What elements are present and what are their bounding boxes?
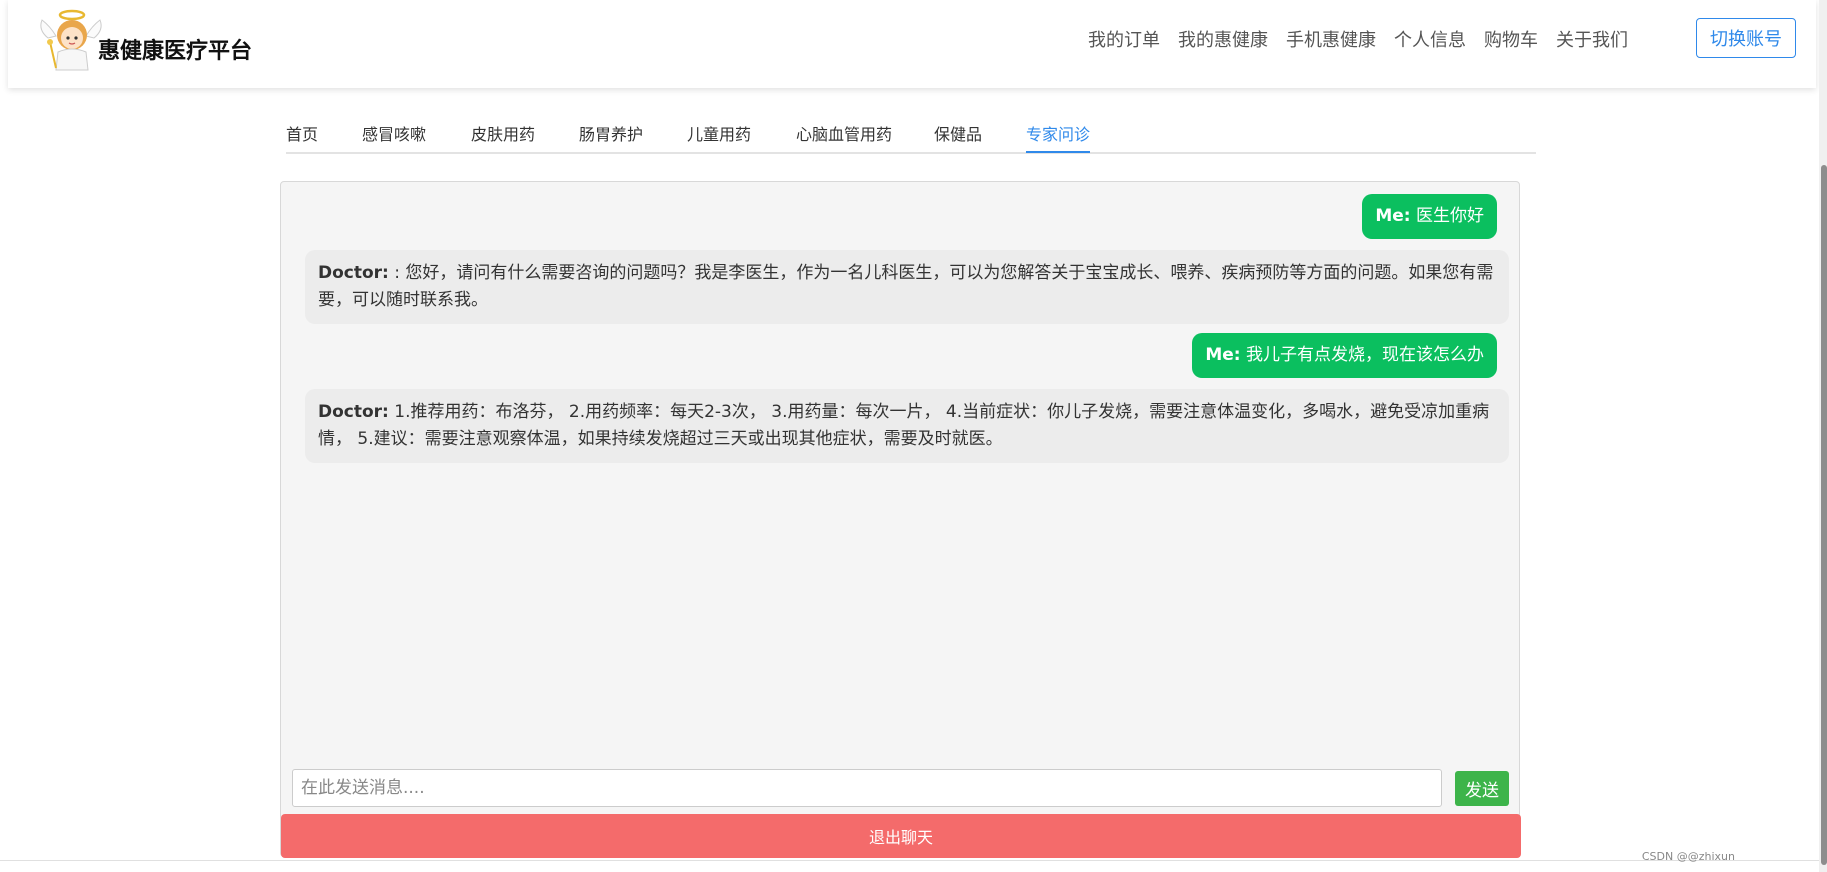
page-divider: [0, 860, 1827, 861]
tab-home[interactable]: 首页: [286, 121, 318, 151]
tab-cold-cough[interactable]: 感冒咳嗽: [362, 121, 426, 151]
nav-my-health[interactable]: 我的惠健康: [1178, 26, 1268, 52]
scrollbar-thumb[interactable]: [1821, 165, 1827, 865]
category-tabs: 首页 感冒咳嗽 皮肤用药 肠胃养护 儿童用药 心脑血管用药 保健品 专家问诊: [286, 118, 1536, 154]
tab-cardio-medicine[interactable]: 心脑血管用药: [796, 121, 892, 151]
send-button[interactable]: 发送: [1455, 771, 1509, 806]
header: 惠健康医疗平台 我的订单 我的惠健康 手机惠健康 个人信息 购物车 关于我们 切…: [8, 0, 1816, 88]
nav-personal-info[interactable]: 个人信息: [1394, 26, 1466, 52]
tab-stomach-care[interactable]: 肠胃养护: [579, 121, 643, 151]
message-text: : 您好，请问有什么需要咨询的问题吗？我是李医生，作为一名儿科医生，可以为您解答…: [318, 263, 1494, 310]
nav-cart[interactable]: 购物车: [1484, 26, 1538, 52]
page-scrollbar[interactable]: [1819, 0, 1827, 872]
my-message: Me: 我儿子有点发烧，现在该怎么办: [1192, 333, 1497, 378]
tab-expert-consultation[interactable]: 专家问诊: [1026, 121, 1091, 153]
tab-skin-medicine[interactable]: 皮肤用药: [471, 121, 535, 151]
switch-account-button[interactable]: 切换账号: [1696, 18, 1796, 58]
message-sender: Doctor:: [318, 402, 389, 422]
exit-chat-button[interactable]: 退出聊天: [281, 814, 1521, 858]
message-sender: Doctor:: [318, 263, 389, 283]
brand-name: 惠健康医疗平台: [98, 39, 253, 64]
doctor-message: Doctor: : 您好，请问有什么需要咨询的问题吗？我是李医生，作为一名儿科医…: [305, 250, 1509, 324]
top-nav: 我的订单 我的惠健康 手机惠健康 个人信息 购物车 关于我们: [1088, 26, 1628, 52]
nav-about-us[interactable]: 关于我们: [1556, 26, 1628, 52]
chat-panel: Me: 医生你好 Doctor: : 您好，请问有什么需要咨询的问题吗？我是李医…: [280, 181, 1520, 857]
watermark: CSDN @@zhixun: [1641, 850, 1735, 863]
message-text: 1.推荐用药：布洛芬， 2.用药频率：每天2-3次， 3.用药量：每次一片， 4…: [318, 402, 1490, 449]
message-text: 医生你好: [1416, 206, 1484, 226]
doctor-message: Doctor: 1.推荐用药：布洛芬， 2.用药频率：每天2-3次， 3.用药量…: [305, 389, 1509, 463]
message-text: 我儿子有点发烧，现在该怎么办: [1246, 345, 1484, 365]
message-sender: Me:: [1205, 345, 1241, 365]
my-message: Me: 医生你好: [1362, 194, 1497, 239]
message-sender: Me:: [1375, 206, 1411, 226]
tab-health-products[interactable]: 保健品: [934, 121, 982, 151]
message-input[interactable]: [292, 769, 1442, 807]
nav-my-orders[interactable]: 我的订单: [1088, 26, 1160, 52]
angel-logo-icon: [40, 9, 102, 71]
nav-mobile-health[interactable]: 手机惠健康: [1286, 26, 1376, 52]
tab-child-medicine[interactable]: 儿童用药: [687, 121, 751, 151]
